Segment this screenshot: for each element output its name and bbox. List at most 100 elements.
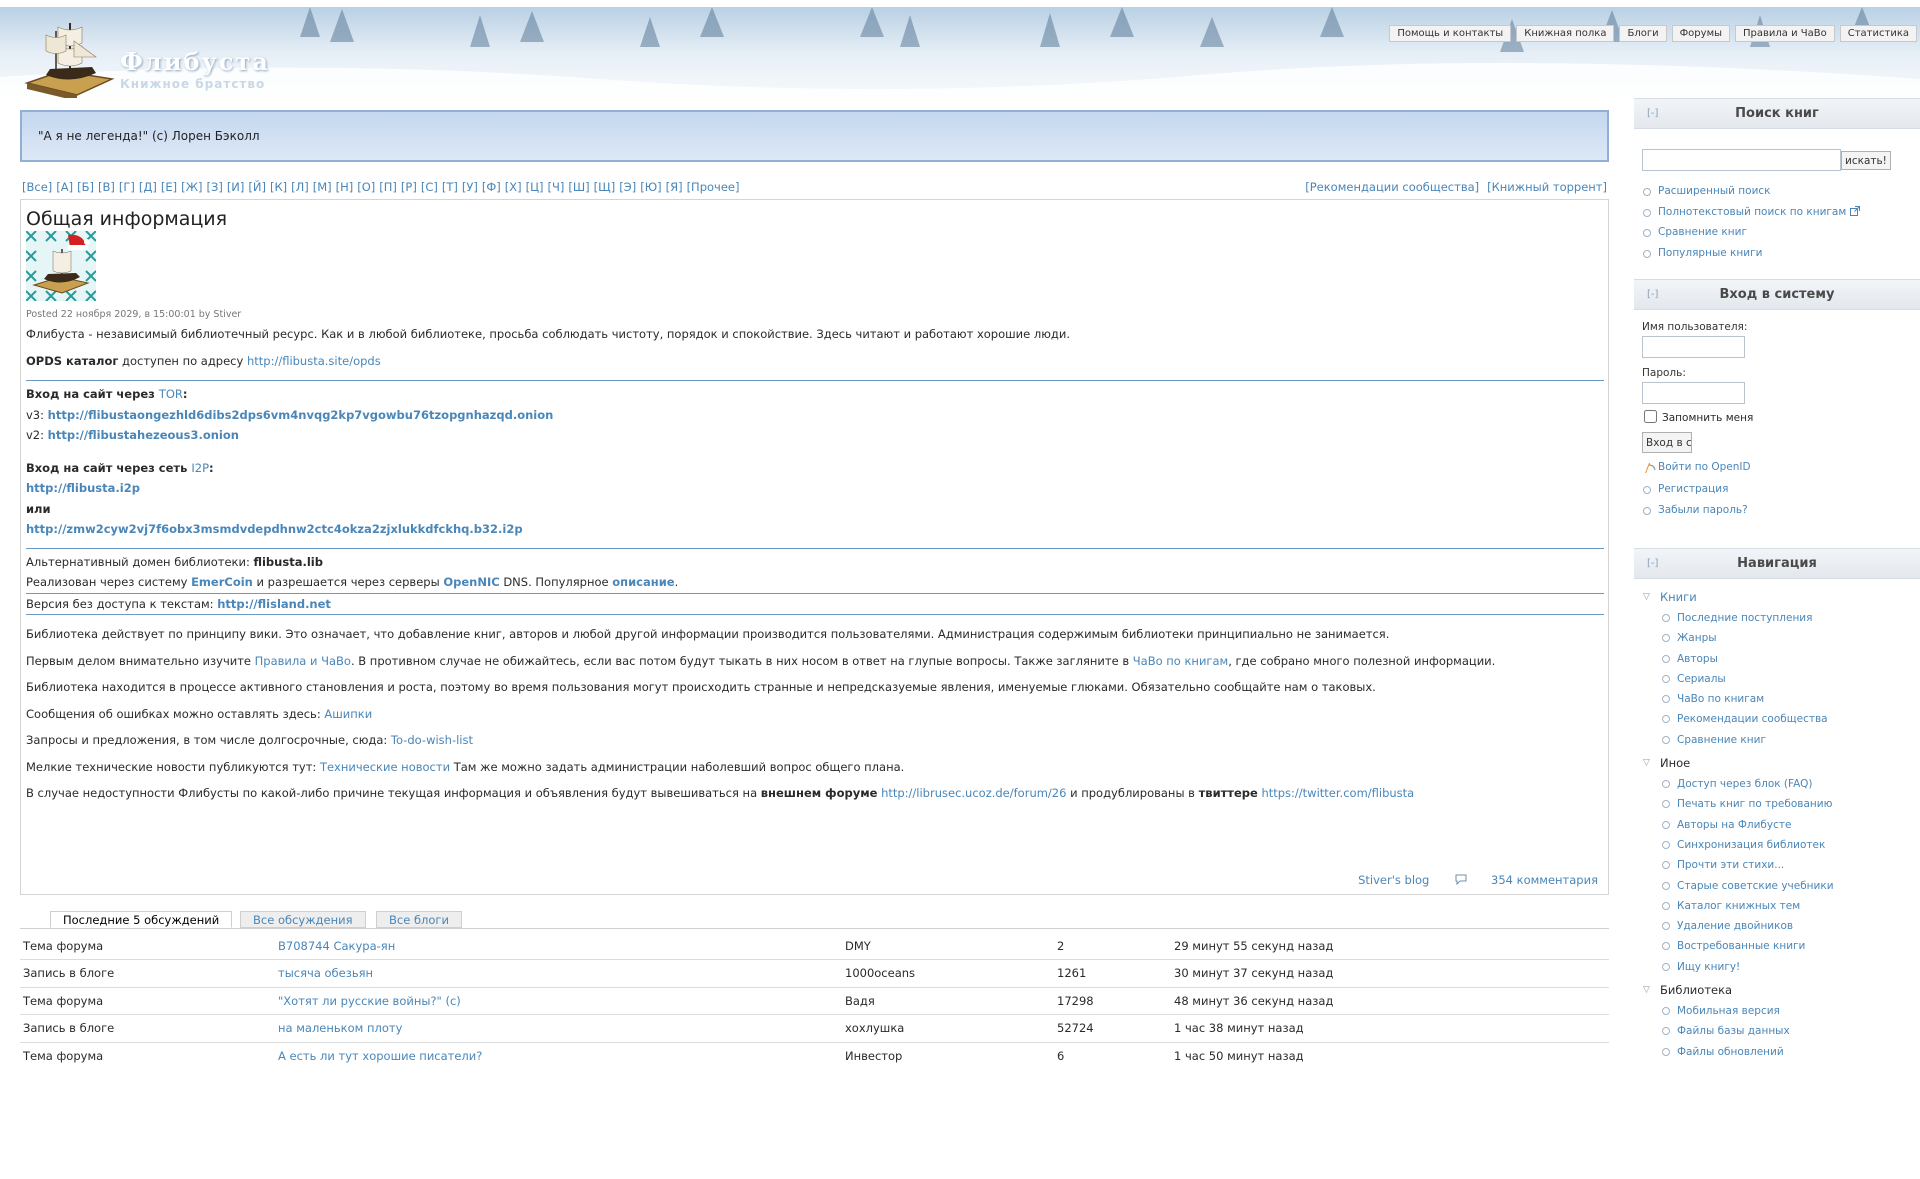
alpha-link[interactable]: [П] bbox=[379, 180, 397, 194]
tab-all-blogs[interactable]: Все блоги bbox=[376, 911, 462, 928]
nav-item-genres[interactable]: Жанры bbox=[1642, 628, 1912, 648]
alpha-link[interactable]: [Л] bbox=[291, 180, 309, 194]
alpha-link[interactable]: [С] bbox=[421, 180, 438, 194]
i2p-link[interactable]: I2P bbox=[191, 461, 209, 475]
row-title-link[interactable]: "Хотят ли русские войны?" (с) bbox=[275, 986, 842, 1015]
alpha-link[interactable]: [Й] bbox=[248, 180, 266, 194]
ship-logo-icon[interactable] bbox=[22, 13, 118, 98]
alpha-link[interactable]: [Э] bbox=[619, 180, 636, 194]
alpha-link[interactable]: [У] bbox=[462, 180, 478, 194]
openid-login-link[interactable]: Войти по OpenID bbox=[1658, 461, 1751, 473]
alpha-link[interactable]: [А] bbox=[56, 180, 73, 194]
book-torrent-link[interactable]: [Книжный торрент] bbox=[1487, 180, 1607, 194]
alpha-link[interactable]: [В] bbox=[98, 180, 115, 194]
nav-item-sync[interactable]: Синхронизация библиотек bbox=[1642, 835, 1912, 855]
nav-item-looking-for-book[interactable]: Ищу книгу! bbox=[1642, 957, 1912, 977]
twitter-link[interactable]: https://twitter.com/flibusta bbox=[1261, 786, 1414, 800]
row-title-link[interactable]: B708744 Сакура-ян bbox=[275, 932, 842, 960]
collapse-toggle[interactable]: [-] bbox=[1647, 99, 1658, 129]
login-button[interactable]: Вход в с bbox=[1642, 432, 1692, 453]
alpha-link[interactable]: [Ж] bbox=[181, 180, 202, 194]
alpha-link[interactable]: [Щ] bbox=[594, 180, 616, 194]
collapse-toggle[interactable]: [-] bbox=[1647, 280, 1658, 310]
emercoin-link[interactable]: EmerCoin bbox=[191, 575, 253, 589]
alpha-link[interactable]: [З] bbox=[206, 180, 222, 194]
nav-section-other[interactable]: Иное bbox=[1642, 753, 1912, 774]
book-search-input[interactable] bbox=[1642, 149, 1841, 171]
alpha-link[interactable]: [Х] bbox=[505, 180, 522, 194]
alpha-link[interactable]: [Ш] bbox=[568, 180, 589, 194]
alpha-link[interactable]: [Ф] bbox=[482, 180, 501, 194]
author-blog-link[interactable]: Stiver's blog bbox=[1358, 873, 1429, 887]
community-recommendations-link[interactable]: [Рекомендации сообщества] bbox=[1305, 180, 1479, 194]
top-link-rules[interactable]: Правила и ЧаВо bbox=[1735, 25, 1835, 42]
tab-last-5-discussions[interactable]: Последние 5 обсуждений bbox=[50, 911, 233, 928]
i2p-b32-link[interactable]: http://zmw2cyw2vj7f6obx3msmdvdepdhnw2ctc… bbox=[26, 522, 523, 536]
nav-section-books[interactable]: Книги bbox=[1642, 587, 1912, 608]
nav-section-books-label[interactable]: Книги bbox=[1660, 590, 1697, 604]
external-forum-link[interactable]: http://librusec.ucoz.de/forum/26 bbox=[881, 786, 1066, 800]
nav-item-mobile[interactable]: Мобильная версия bbox=[1642, 1001, 1912, 1021]
popular-books-link[interactable]: Популярные книги bbox=[1642, 243, 1912, 264]
nav-item-authors-on-flibusta[interactable]: Авторы на Флибусте bbox=[1642, 815, 1912, 835]
alpha-link[interactable]: [Н] bbox=[336, 180, 354, 194]
opennic-link[interactable]: OpenNIC bbox=[443, 575, 499, 589]
row-title-link[interactable]: тысяча обезьян bbox=[275, 959, 842, 987]
nav-section-library[interactable]: Библиотека bbox=[1642, 980, 1912, 1001]
alpha-link[interactable]: [Ю] bbox=[640, 180, 661, 194]
remember-me-checkbox[interactable] bbox=[1644, 410, 1657, 423]
nav-item-print-on-demand[interactable]: Печать книг по требованию bbox=[1642, 794, 1912, 814]
nav-item-authors[interactable]: Авторы bbox=[1642, 649, 1912, 669]
nav-item-wanted-books[interactable]: Востребованные книги bbox=[1642, 936, 1912, 956]
alpha-link[interactable]: [Е] bbox=[161, 180, 177, 194]
alpha-link[interactable]: [М] bbox=[313, 180, 332, 194]
comments-link-wrap[interactable]: 354 комментария bbox=[1455, 873, 1598, 887]
nav-item-recommendations[interactable]: Рекомендации сообщества bbox=[1642, 709, 1912, 729]
alpha-link[interactable]: [Д] bbox=[139, 180, 157, 194]
top-link-help[interactable]: Помощь и контакты bbox=[1389, 25, 1512, 42]
alpha-link[interactable]: [Ч] bbox=[547, 180, 564, 194]
alpha-link[interactable]: [И] bbox=[227, 180, 245, 194]
password-input[interactable] bbox=[1642, 382, 1745, 404]
opds-link[interactable]: http://flibusta.site/opds bbox=[247, 354, 381, 368]
alpha-link-all[interactable]: [Все] bbox=[22, 180, 52, 194]
register-link[interactable]: Регистрация bbox=[1642, 479, 1912, 500]
top-link-bookshelf[interactable]: Книжная полка bbox=[1516, 25, 1615, 42]
alpha-link[interactable]: [О] bbox=[357, 180, 375, 194]
i2p-url-link[interactable]: http://flibusta.i2p bbox=[26, 481, 140, 495]
nav-section-other-label[interactable]: Иное bbox=[1660, 756, 1690, 770]
tor-link[interactable]: TOR bbox=[159, 387, 183, 401]
flisland-link[interactable]: http://flisland.net bbox=[217, 597, 331, 611]
nav-item-update-files[interactable]: Файлы обновлений bbox=[1642, 1042, 1912, 1062]
alpha-link[interactable]: [К] bbox=[270, 180, 287, 194]
username-input[interactable] bbox=[1642, 336, 1745, 358]
tech-news-link[interactable]: Технические новости bbox=[320, 760, 450, 774]
nav-item-soviet-textbooks[interactable]: Старые советские учебники bbox=[1642, 876, 1912, 896]
book-faq-link[interactable]: ЧаВо по книгам bbox=[1133, 654, 1228, 668]
nav-item-latest[interactable]: Последние поступления bbox=[1642, 608, 1912, 628]
row-title-link[interactable]: на маленьком плоту bbox=[275, 1014, 842, 1042]
onion-v2-link[interactable]: http://flibustahezeous3.onion bbox=[48, 428, 239, 442]
top-link-stats[interactable]: Статистика bbox=[1839, 25, 1917, 42]
row-title-link[interactable]: А есть ли тут хорошие писатели? bbox=[275, 1041, 842, 1070]
rules-link[interactable]: Правила и ЧаВо bbox=[255, 654, 351, 668]
alpha-link[interactable]: [Б] bbox=[77, 180, 94, 194]
bugs-link[interactable]: Ашипки bbox=[324, 707, 372, 721]
nav-item-book-faq[interactable]: ЧаВо по книгам bbox=[1642, 689, 1912, 709]
advanced-search-link[interactable]: Расширенный поиск bbox=[1642, 181, 1912, 202]
forgot-password-link[interactable]: Забыли пароль? bbox=[1642, 500, 1912, 521]
fulltext-search-link[interactable]: Полнотекстовый поиск по книгам bbox=[1642, 202, 1912, 223]
nav-item-poems[interactable]: Прочти эти стихи... bbox=[1642, 855, 1912, 875]
alpha-link[interactable]: [Ц] bbox=[526, 180, 544, 194]
nav-item-book-topics[interactable]: Каталог книжных тем bbox=[1642, 896, 1912, 916]
nav-item-duplicates[interactable]: Удаление двойников bbox=[1642, 916, 1912, 936]
nav-item-db-files[interactable]: Файлы базы данных bbox=[1642, 1021, 1912, 1041]
nav-item-block-access[interactable]: Доступ через блок (FAQ) bbox=[1642, 774, 1912, 794]
alpha-link[interactable]: [Я] bbox=[666, 180, 683, 194]
search-button[interactable]: искать! bbox=[1841, 151, 1891, 170]
alpha-link[interactable]: [Р] bbox=[401, 180, 417, 194]
wishlist-link[interactable]: To-do-wish-list bbox=[391, 733, 473, 747]
comments-link[interactable]: 354 комментария bbox=[1491, 873, 1598, 887]
onion-v3-link[interactable]: http://flibustaongezhld6dibs2dps6vm4nvqg… bbox=[48, 408, 554, 422]
top-link-forums[interactable]: Форумы bbox=[1671, 25, 1731, 42]
